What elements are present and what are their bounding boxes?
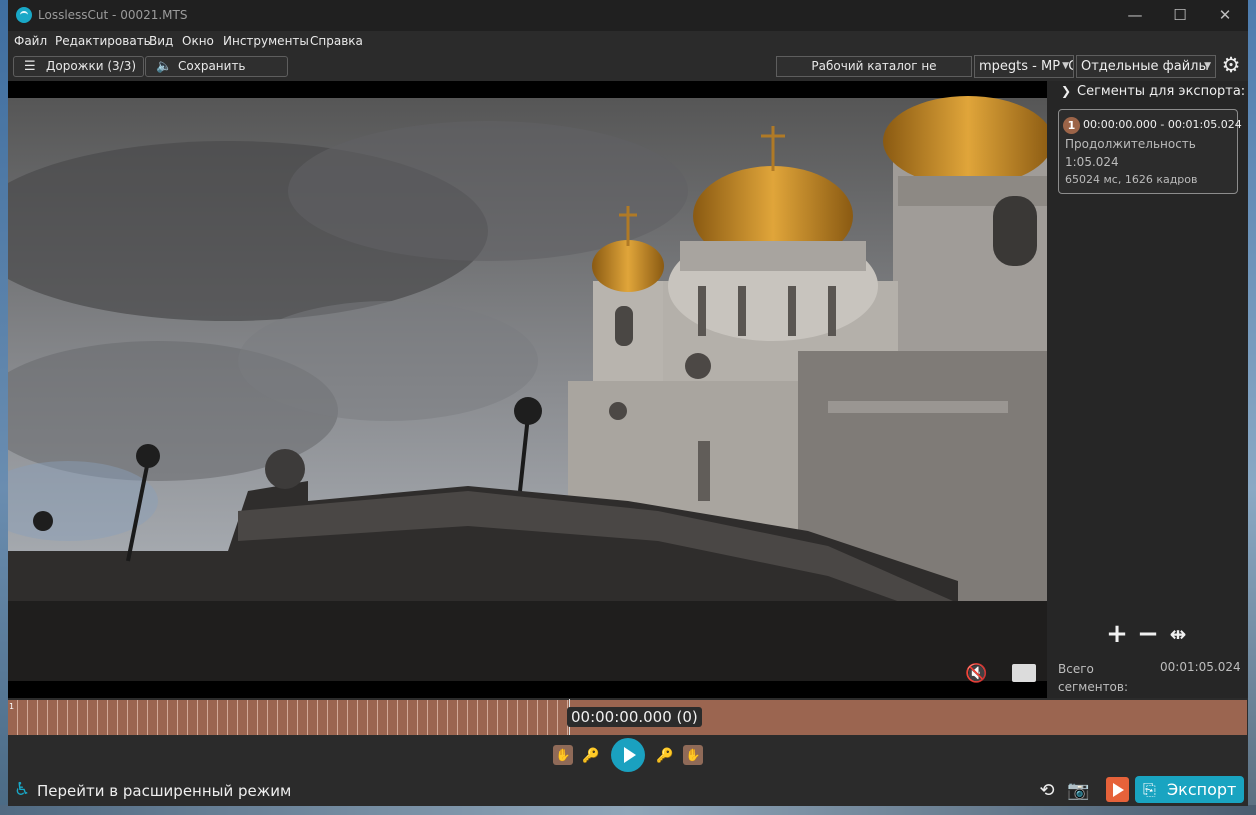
minimize-button[interactable]: — (1115, 4, 1155, 26)
working-dir-button[interactable]: Рабочий каталог не установлен (776, 56, 972, 92)
set-cut-end-icon[interactable]: ✋ (683, 745, 703, 765)
output-format-select[interactable]: mpegts - MPEG-TS ▼ (974, 55, 1074, 78)
rotate-icon[interactable]: ⟲ (1036, 780, 1058, 802)
person-icon[interactable]: ♿ (14, 779, 30, 800)
maximize-button[interactable]: ☐ (1160, 4, 1200, 26)
segments-toggle-button[interactable] (1106, 777, 1129, 802)
export-mode-select[interactable]: Отдельные файлы ▼ (1076, 55, 1216, 78)
segment-range: 00:00:00.000 - 00:01:05.024 (1083, 118, 1242, 131)
speaker-icon: 🔈 (156, 59, 173, 74)
key-forward-icon[interactable]: 🔑 (654, 745, 676, 767)
window-title: LosslessCut - 00021.MTS (38, 8, 188, 22)
segment-duration-label: Продолжительность (1065, 137, 1196, 151)
waveform-hatch (8, 700, 569, 735)
settings-gear-icon[interactable]: ⚙ (1220, 54, 1242, 76)
export-button-label: Экспорт (1167, 780, 1237, 799)
total-segments-label: Всего сегментов: (1058, 662, 1129, 694)
video-frame-image (8, 96, 1047, 698)
list-icon: ☰ (24, 59, 36, 74)
close-button[interactable]: ✕ (1205, 4, 1245, 26)
desktop-background-right (1248, 0, 1256, 815)
menu-tools[interactable]: Инструменты (223, 34, 309, 48)
menu-bar: Файл Редактировать Вид Окно Инструменты … (8, 31, 1248, 52)
chevron-right-icon: ❯ (1061, 84, 1072, 98)
menu-view[interactable]: Вид (149, 34, 173, 48)
menu-file[interactable]: Файл (14, 34, 47, 48)
desktop-background-left (0, 0, 8, 815)
title-bar: LosslessCut - 00021.MTS — ☐ ✕ (8, 0, 1248, 31)
menu-edit[interactable]: Редактировать (55, 34, 151, 48)
desktop-background-bottom (0, 805, 1256, 815)
segments-panel: ❯ Сегменты для экспорта: 1 00:00:00.000 -… (1047, 81, 1248, 698)
segments-header[interactable]: ❯ Сегменты для экспорта: (1061, 84, 1245, 99)
total-segments-duration: 00:01:05.024 (1160, 660, 1241, 674)
segment-detail: 65024 мс, 1626 кадров (1065, 173, 1198, 186)
tracks-button[interactable]: ☰ Дорожки (3/3) (13, 56, 144, 77)
segment-item[interactable]: 1 00:00:00.000 - 00:01:05.024 Продолжите… (1058, 109, 1242, 194)
app-window: LosslessCut - 00021.MTS — ☐ ✕ Файл Редак… (8, 0, 1248, 806)
mute-icon[interactable]: 🔇 (965, 663, 987, 684)
segment-number: 1 (1063, 117, 1080, 134)
segments-header-label: Сегменты для экспорта: (1077, 84, 1246, 99)
camera-icon[interactable]: 📷 (1067, 780, 1089, 802)
segment-start-marker: 1 (9, 702, 15, 711)
chevron-down-icon: ▼ (1204, 61, 1211, 71)
remove-segment-button[interactable]: − (1135, 621, 1161, 648)
save-audio-button[interactable]: 🔈 Сохранить аудио (145, 56, 288, 92)
video-player[interactable]: 🔇 (8, 81, 1047, 698)
export-mode-value: Отдельные файлы (1081, 59, 1209, 74)
segment-duration: 1:05.024 (1065, 155, 1119, 169)
app-logo-icon (16, 7, 32, 23)
set-cut-start-icon[interactable]: ✋ (553, 745, 573, 765)
key-back-icon[interactable]: 🔑 (580, 745, 602, 767)
tracks-button-label: Дорожки (3/3) (46, 59, 137, 73)
current-time: 00:00:00.000 (0) (567, 707, 702, 727)
export-button[interactable]: ⎘ Экспорт (1135, 776, 1244, 803)
menu-help[interactable]: Справка (310, 34, 363, 48)
split-segment-button[interactable]: ⇹ (1165, 622, 1191, 648)
export-icon: ⎘ (1143, 780, 1156, 799)
play-button[interactable] (611, 738, 645, 772)
advanced-mode-link[interactable]: Перейти в расширенный режим (37, 782, 291, 800)
timeline[interactable]: 1 00:00:00.000 (0) (8, 699, 1248, 737)
add-segment-button[interactable]: + (1104, 621, 1130, 648)
menu-window[interactable]: Окно (182, 34, 214, 48)
chevron-down-icon: ▼ (1060, 56, 1069, 77)
subtitles-icon[interactable] (1012, 664, 1036, 682)
